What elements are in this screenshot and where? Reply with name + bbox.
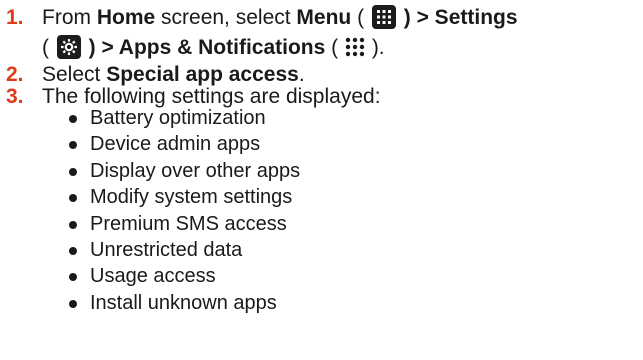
bullet-icon — [69, 247, 77, 256]
settings-path: ) > Settings — [397, 6, 518, 29]
gear-icon — [56, 35, 81, 59]
bullet-icon — [69, 141, 77, 150]
step-number: 3. — [6, 85, 24, 108]
list-item: Device admin apps — [66, 131, 300, 157]
bullet-icon — [69, 167, 77, 176]
list-item: Display over other apps — [66, 158, 300, 184]
home-label: Home — [96, 6, 156, 29]
step-1-line-1: From Home screen, select Menu ( ) > Sett… — [42, 5, 518, 29]
step-1-line-2: ( ) > Apps & Notifications ( ). — [42, 35, 385, 59]
list-item: Unrestricted data — [66, 237, 300, 263]
settings-list: Battery optimization Device admin apps D… — [66, 105, 300, 316]
bullet-icon — [69, 194, 77, 203]
special-app-access-label: Special app access — [106, 63, 299, 86]
apps-dots-icon — [344, 36, 366, 58]
apps-notifications-path: ) > Apps & Notifications — [82, 36, 326, 59]
list-item: Premium SMS access — [66, 211, 300, 237]
bullet-icon — [69, 115, 77, 123]
list-item: Battery optimization — [66, 105, 300, 131]
list-item: Usage access — [66, 263, 300, 289]
menu-label: Menu — [296, 6, 352, 29]
bullet-icon — [69, 273, 77, 282]
list-item: Install unknown apps — [66, 290, 300, 316]
grid-menu-icon — [371, 5, 396, 29]
step-number: 1. — [6, 6, 24, 29]
bullet-icon — [69, 299, 77, 308]
bullet-icon — [69, 220, 77, 229]
list-item: Modify system settings — [66, 184, 300, 210]
step-1: 1. From Home screen, select Menu ( ) > S… — [0, 5, 643, 65]
